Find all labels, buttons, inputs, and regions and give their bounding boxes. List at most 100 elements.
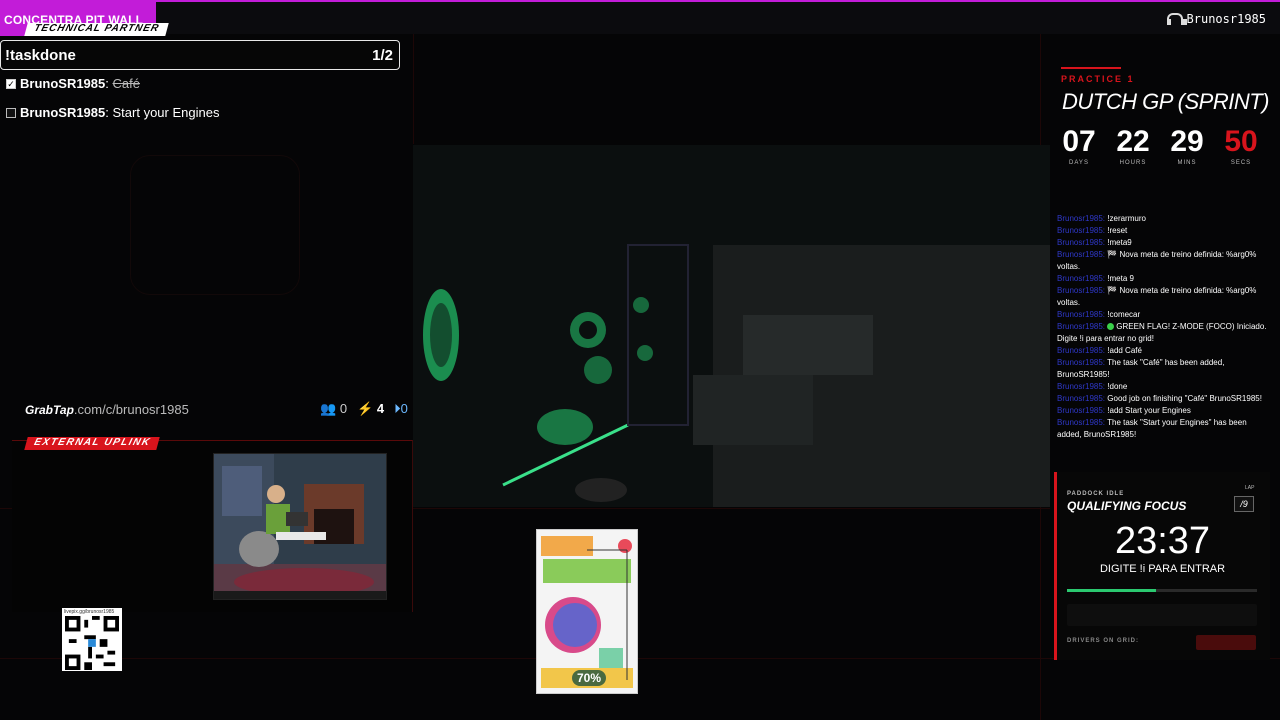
qr-pattern-image	[65, 616, 119, 670]
session-label: PRACTICE 1	[1061, 74, 1135, 84]
chat-text: !meta9	[1107, 238, 1132, 247]
technical-partner-tag: TECHNICAL PARTNER	[24, 23, 169, 36]
chat-text: !add Café	[1107, 346, 1142, 355]
user-badge: Brunosr1985	[1166, 12, 1266, 26]
task-title: !taskdone	[5, 47, 76, 64]
grabtap-brand: GrabTap	[25, 403, 74, 417]
chat-text: !meta 9	[1107, 274, 1134, 283]
countdown-secs: 50 SECS	[1216, 125, 1266, 167]
chat-message: Brunosr1985: 🏁 Nova meta de treino defin…	[1057, 285, 1267, 309]
chat-username: Brunosr1985:	[1057, 310, 1106, 319]
chat-username: Brunosr1985:	[1057, 358, 1106, 367]
grabtap-path: .com/c/brunosr1985	[73, 402, 189, 417]
chat-username: Brunosr1985:	[1057, 250, 1106, 259]
qualifying-status: PADDOCK IDLE	[1067, 491, 1125, 497]
qualifying-slot	[1067, 604, 1257, 626]
qr-url: livepix.gg/brunosr1985	[64, 609, 115, 615]
headphones-icon	[1166, 13, 1187, 25]
chat-message: Brunosr1985: !zerarmuro	[1057, 213, 1267, 225]
chat-username: Brunosr1985:	[1057, 322, 1106, 331]
countdown-value: 22	[1116, 125, 1150, 158]
chat-message: Brunosr1985: GREEN FLAG! Z-MODE (FOCO) I…	[1057, 321, 1267, 345]
task-item: ✓ BrunoSR1985: Café	[6, 76, 140, 91]
task-item: BrunoSR1985: Start your Engines	[6, 105, 219, 120]
uplink-video	[213, 453, 387, 600]
countdown-hours: 22 HOURS	[1108, 125, 1158, 167]
task-count: 1/2	[372, 47, 393, 64]
qualifying-timer: 23:37	[1114, 520, 1211, 562]
task-user: BrunoSR1985	[20, 105, 106, 120]
qualifying-progress-fill	[1067, 589, 1157, 592]
chat-message: Brunosr1985: 🏁 Nova meta de treino defin…	[1057, 249, 1267, 273]
countdown-value: 50	[1224, 125, 1258, 158]
chat-message: Brunosr1985: !meta 9	[1057, 273, 1267, 285]
chat-message: Brunosr1985: !add Café	[1057, 345, 1267, 357]
chat-message: Brunosr1985: The task "Café" has been ad…	[1057, 357, 1267, 381]
viewers-stat: 👥 0	[320, 401, 347, 417]
countdown-days: 07 DAYS	[1054, 125, 1104, 167]
boosts-stat: ⚡ 4	[357, 401, 384, 417]
chat-username: Brunosr1985:	[1057, 214, 1106, 223]
qualifying-progress-bar	[1067, 589, 1257, 592]
chat-message: Brunosr1985: !add Start your Engines	[1057, 405, 1267, 417]
countdown-label: SECS	[1230, 160, 1252, 166]
chat-log: Brunosr1985: !zerarmuro Brunosr1985: !re…	[1057, 213, 1267, 441]
chat-username: Brunosr1985:	[1057, 286, 1106, 295]
drivers-on-grid-label: DRIVERS ON GRID:	[1067, 638, 1140, 644]
top-bar: CONCENTRA PIT WALL Brunosr1985	[0, 0, 1280, 36]
hexagon-decoration	[130, 155, 300, 295]
uplink-scene-image	[214, 454, 386, 599]
countdown-label: HOURS	[1119, 160, 1147, 166]
chat-message: Brunosr1985: !comecar	[1057, 309, 1267, 321]
chat-username: Brunosr1985:	[1057, 274, 1106, 283]
task-text: Start your Engines	[112, 105, 220, 120]
lap-label: LAP	[1245, 485, 1255, 491]
chat-message: Brunosr1985: The task "Start your Engine…	[1057, 417, 1267, 441]
qr-code: livepix.gg/brunosr1985	[62, 608, 122, 671]
chat-message: Brunosr1985: !reset	[1057, 225, 1267, 237]
chat-message: Brunosr1985: !meta9	[1057, 237, 1267, 249]
chat-message: Brunosr1985: !done	[1057, 381, 1267, 393]
viewers-count: 0	[339, 401, 348, 416]
chat-username: Brunosr1985:	[1057, 238, 1106, 247]
accent-line	[1061, 67, 1121, 69]
grid-line	[413, 34, 414, 144]
points-stat: ⏵0	[394, 401, 408, 417]
chat-text: !reset	[1107, 226, 1128, 235]
chat-text: Good job on finishing "Café" BrunoSR1985…	[1107, 394, 1262, 403]
countdown-mins: 29 MINS	[1162, 125, 1212, 167]
chat-username: Brunosr1985:	[1057, 382, 1106, 391]
users-icon: 👥	[320, 401, 337, 416]
boosts-count: 4	[376, 401, 385, 416]
chat-text: !done	[1107, 382, 1128, 391]
countdown-value: 07	[1062, 125, 1096, 158]
grabtap-link: GrabTap.com/c/brunosr1985	[25, 402, 189, 417]
webcam-scene-image	[413, 145, 1050, 507]
checkbox-checked-icon: ✓	[6, 78, 16, 89]
countdown-label: DAYS	[1069, 160, 1089, 166]
lap-counter: /9	[1234, 496, 1254, 512]
task-separator: :	[105, 76, 109, 91]
task-separator: :	[105, 105, 109, 120]
task-user: BrunoSR1985	[20, 76, 106, 91]
gp-title: DUTCH GP (SPRINT)	[1062, 89, 1270, 114]
chat-text: !comecar	[1107, 310, 1141, 319]
chat-username: Brunosr1985:	[1057, 346, 1106, 355]
task-text: Café	[112, 76, 140, 91]
uplink-label: EXTERNAL UPLINK	[24, 437, 160, 450]
chat-text: !add Start your Engines	[1107, 406, 1191, 415]
qualifying-cta: DIGITE !i PARA ENTRAR	[1099, 563, 1226, 575]
chat-username: Brunosr1985:	[1057, 406, 1106, 415]
bolt-icon: ⚡	[357, 401, 374, 416]
countdown-label: MINS	[1177, 160, 1197, 166]
points-count: 0	[400, 401, 408, 416]
countdown-value: 29	[1170, 125, 1204, 158]
chat-message: Brunosr1985: Good job on finishing "Café…	[1057, 393, 1267, 405]
green-flag-icon	[1107, 323, 1115, 331]
user-name: Brunosr1985	[1186, 12, 1266, 26]
chat-username: Brunosr1985:	[1057, 418, 1106, 427]
chat-username: Brunosr1985:	[1057, 226, 1106, 235]
book-cover-image	[537, 530, 637, 693]
chat-text: !zerarmuro	[1107, 214, 1146, 223]
checkbox-empty-icon	[6, 107, 16, 118]
